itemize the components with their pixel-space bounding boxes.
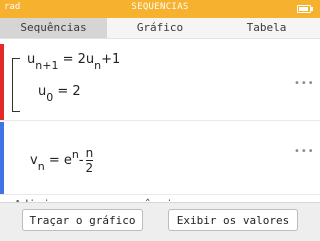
sequence-color-bar-v [0, 122, 4, 194]
sequence-u-initial-term[interactable]: u0 = 2 [38, 84, 81, 104]
system-brace [12, 58, 20, 112]
show-values-button[interactable]: Exibir os valores [168, 209, 298, 231]
sequence-color-bar-u [0, 44, 4, 120]
sequence-u-recurrence[interactable]: un+1 = 2un+1 [27, 52, 120, 72]
battery-icon [297, 5, 313, 13]
tab-graph[interactable]: Gráfico [107, 18, 213, 38]
ellipsis-icon[interactable]: ••• [294, 146, 314, 157]
ellipsis-icon[interactable]: ••• [294, 78, 314, 89]
action-bar: Traçar o gráfico Exibir os valores [0, 202, 320, 241]
status-bar: rad SEQUENCIAS [0, 0, 320, 18]
plot-graph-button[interactable]: Traçar o gráfico [22, 209, 143, 231]
tab-bar: Sequências Gráfico Tabela [0, 18, 320, 39]
sequence-v-definition[interactable]: vn = en-n 2 [30, 146, 94, 175]
divider [0, 194, 320, 195]
divider [0, 120, 320, 121]
app-title: SEQUENCIAS [131, 2, 189, 12]
tab-sequences[interactable]: Sequências [0, 18, 107, 38]
tab-table[interactable]: Tabela [213, 18, 320, 38]
